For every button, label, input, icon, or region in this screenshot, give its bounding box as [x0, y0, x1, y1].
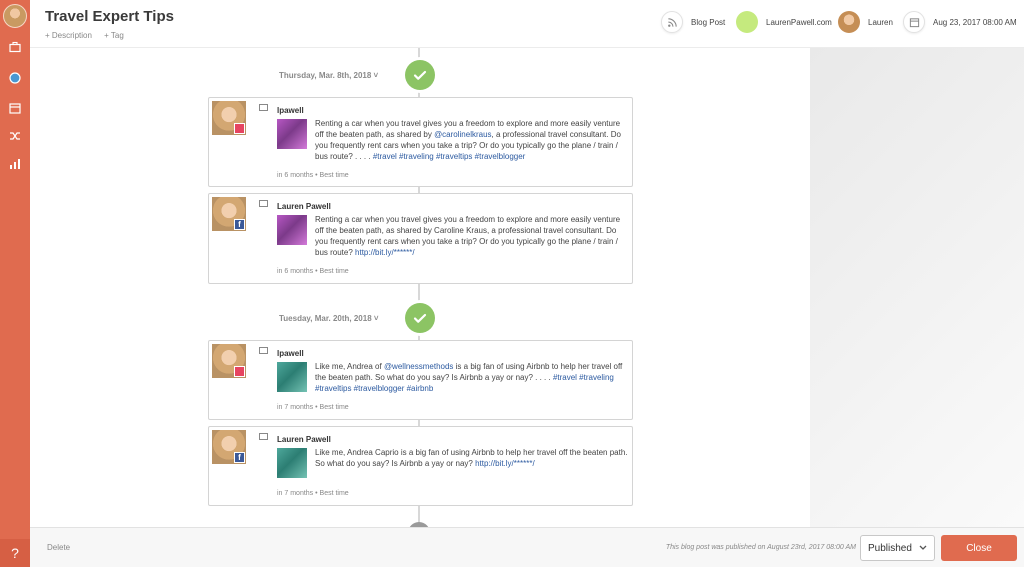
- footer-bar: Delete This blog post was published on A…: [30, 527, 1024, 567]
- instagram-icon: [234, 366, 245, 377]
- shuffle-icon[interactable]: [8, 129, 22, 143]
- post-account: Lauren Pawell: [277, 202, 331, 211]
- post-link: http://bit.ly/******/: [355, 248, 415, 257]
- instagram-icon: [234, 123, 245, 134]
- social-timeline: Thursday, Mar. 8th, 2018 ˅ lpawell Renti…: [30, 48, 810, 527]
- social-post-card[interactable]: lpawell Renting a car when you travel gi…: [208, 97, 633, 187]
- post-account: lpawell: [277, 106, 304, 115]
- checkmark-icon: [405, 60, 435, 90]
- site-label: LaurenPawell.com: [766, 17, 832, 27]
- status-dot-icon[interactable]: [8, 71, 22, 85]
- date-label: Aug 23, 2017 08:00 AM: [933, 17, 1017, 27]
- checkmark-icon: [405, 303, 435, 333]
- calendar-icon[interactable]: [8, 101, 22, 115]
- post-schedule-meta: in 6 months • Best time: [277, 268, 349, 275]
- author-selector[interactable]: Lauren: [838, 10, 893, 34]
- calendar-icon: [903, 11, 925, 33]
- analytics-icon[interactable]: [8, 157, 22, 171]
- side-panel: [810, 48, 1024, 527]
- rss-icon: [661, 11, 683, 33]
- post-thumbnail[interactable]: [277, 362, 307, 392]
- post-text[interactable]: Like me, Andrea of @wellnessmethods is a…: [315, 361, 631, 394]
- add-tag-link[interactable]: + Tag: [104, 31, 124, 40]
- account-avatar[interactable]: [3, 4, 27, 28]
- header-sublinks: + Description + Tag: [45, 31, 134, 40]
- post-link: http://bit.ly/******/: [475, 459, 535, 468]
- close-button[interactable]: Close: [941, 535, 1017, 561]
- add-description-link[interactable]: + Description: [45, 31, 92, 40]
- post-text[interactable]: Renting a car when you travel gives you …: [315, 214, 631, 258]
- social-post-card[interactable]: f Lauren Pawell Like me, Andrea Caprio i…: [208, 426, 633, 506]
- post-thumbnail[interactable]: [277, 215, 307, 245]
- image-icon[interactable]: [259, 200, 268, 207]
- image-icon[interactable]: [259, 347, 268, 354]
- facebook-icon: f: [234, 219, 245, 230]
- site-color-dot: [736, 11, 758, 33]
- post-schedule-meta: in 7 months • Best time: [277, 490, 349, 497]
- social-post-card[interactable]: lpawell Like me, Andrea of @wellnessmeth…: [208, 340, 633, 420]
- published-note: This blog post was published on August 2…: [665, 544, 856, 551]
- post-account: lpawell: [277, 349, 304, 358]
- post-thumbnail[interactable]: [277, 448, 307, 478]
- timeline-date[interactable]: Tuesday, Mar. 20th, 2018 ˅: [279, 314, 379, 323]
- page-title: Travel Expert Tips: [45, 8, 174, 25]
- image-icon[interactable]: [259, 104, 268, 111]
- post-thumbnail[interactable]: [277, 119, 307, 149]
- post-text[interactable]: Like me, Andrea Caprio is a big fan of u…: [315, 447, 631, 469]
- post-account: Lauren Pawell: [277, 435, 331, 444]
- status-value: Published: [868, 542, 912, 554]
- site-selector[interactable]: LaurenPawell.com: [736, 10, 832, 34]
- date-selector[interactable]: Aug 23, 2017 08:00 AM: [903, 10, 1017, 34]
- social-post-card[interactable]: f Lauren Pawell Renting a car when you t…: [208, 193, 633, 284]
- header-bar: Travel Expert Tips + Description + Tag B…: [30, 0, 1024, 48]
- content-type-label: Blog Post: [691, 17, 726, 27]
- post-text[interactable]: Renting a car when you travel gives you …: [315, 118, 631, 162]
- chevron-down-icon: [919, 543, 927, 554]
- post-mention: @carolinelkraus: [434, 130, 492, 139]
- briefcase-icon[interactable]: [8, 40, 22, 54]
- author-avatar: [838, 11, 860, 33]
- post-mention: @wellnessmethods: [383, 362, 454, 371]
- post-hashtags: #travel #traveling #traveltips #travelbl…: [372, 152, 526, 161]
- help-icon[interactable]: ?: [0, 539, 30, 567]
- delete-link[interactable]: Delete: [47, 543, 70, 552]
- status-select[interactable]: Published: [860, 535, 935, 561]
- post-schedule-meta: in 7 months • Best time: [277, 404, 349, 411]
- content-type-selector[interactable]: Blog Post: [661, 10, 725, 34]
- facebook-icon: f: [234, 452, 245, 463]
- post-schedule-meta: in 6 months • Best time: [277, 172, 349, 179]
- timeline-date[interactable]: Thursday, Mar. 8th, 2018 ˅: [279, 71, 378, 80]
- author-label: Lauren: [868, 17, 893, 27]
- image-icon[interactable]: [259, 433, 268, 440]
- left-nav-rail: ?: [0, 0, 30, 567]
